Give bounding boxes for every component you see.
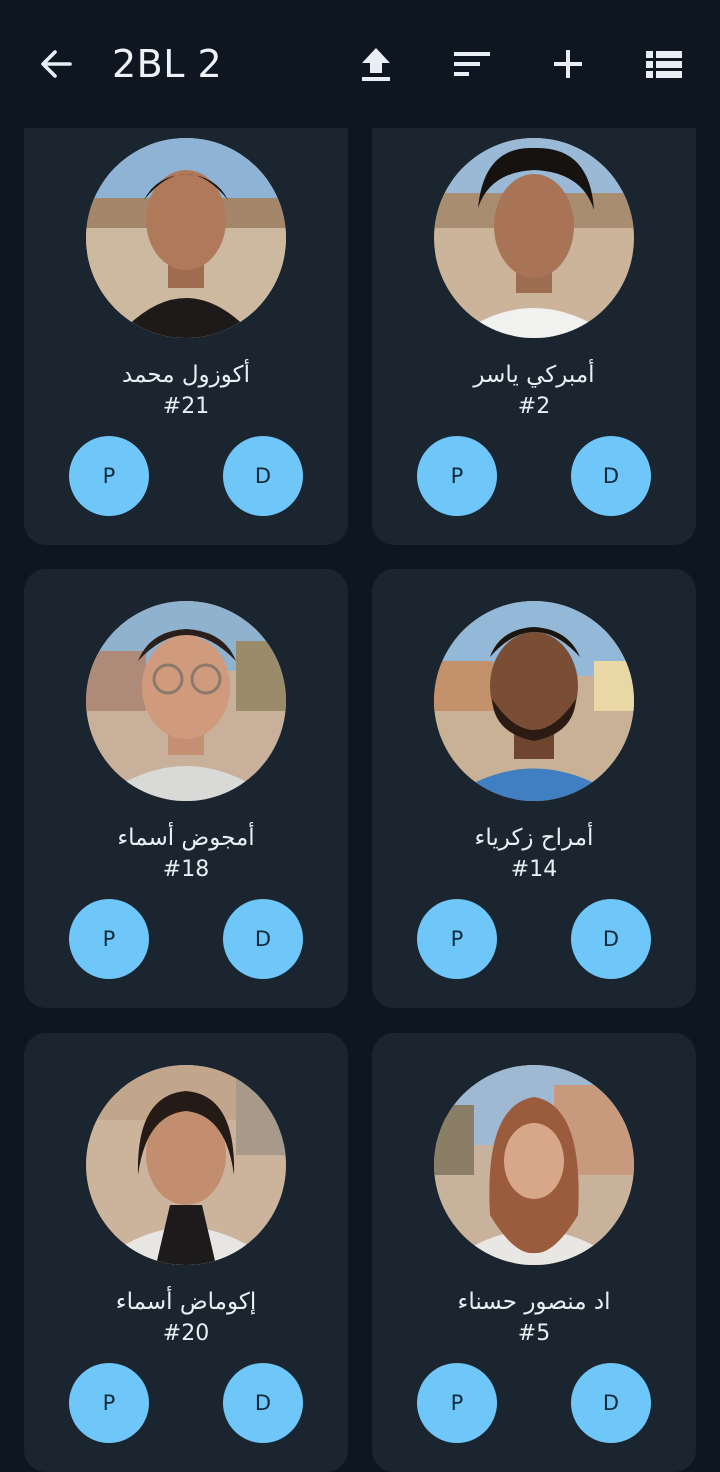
student-name: إكوماض أسماء: [115, 1289, 257, 1315]
student-card[interactable]: أمبركي ياسر #2 P D: [372, 106, 696, 545]
p-button[interactable]: P: [69, 1363, 149, 1443]
student-number: #2: [517, 394, 551, 419]
student-name: أمبركي ياسر: [473, 362, 595, 388]
student-card[interactable]: إكوماض أسماء #20 P D: [24, 1033, 348, 1472]
student-card[interactable]: اد منصور حسناء #5 P D: [372, 1033, 696, 1472]
upload-icon[interactable]: [354, 42, 398, 86]
p-button[interactable]: P: [417, 899, 497, 979]
d-button[interactable]: D: [571, 1363, 651, 1443]
p-button[interactable]: P: [417, 436, 497, 516]
student-number: #20: [162, 1321, 210, 1346]
student-name: اد منصور حسناء: [457, 1289, 611, 1315]
student-card[interactable]: أمراح زكرياء #14 P D: [372, 569, 696, 1008]
student-number: #5: [517, 1321, 551, 1346]
student-name: أكوزول محمد: [122, 362, 250, 388]
student-photo: [434, 138, 634, 338]
student-photo: [434, 601, 634, 801]
student-photo: [86, 138, 286, 338]
p-button[interactable]: P: [69, 899, 149, 979]
d-button[interactable]: D: [223, 899, 303, 979]
app-bar: 2BL 2: [0, 0, 720, 128]
student-name: أمراح زكرياء: [474, 825, 594, 851]
student-photo: [434, 1065, 634, 1265]
page-title: 2BL 2: [112, 42, 223, 86]
back-arrow-icon[interactable]: [34, 42, 78, 86]
student-name: أمجوض أسماء: [117, 825, 255, 851]
student-photo: [86, 1065, 286, 1265]
student-number: #21: [162, 394, 210, 419]
d-button[interactable]: D: [571, 436, 651, 516]
p-button[interactable]: P: [417, 1363, 497, 1443]
student-number: #14: [510, 857, 558, 882]
student-card[interactable]: أمجوض أسماء #18 P D: [24, 569, 348, 1008]
p-button[interactable]: P: [69, 436, 149, 516]
student-card[interactable]: أكوزول محمد #21 P D: [24, 106, 348, 545]
list-view-icon[interactable]: [642, 42, 686, 86]
student-photo: [86, 601, 286, 801]
student-number: #18: [162, 857, 210, 882]
d-button[interactable]: D: [223, 1363, 303, 1443]
d-button[interactable]: D: [571, 899, 651, 979]
add-icon[interactable]: [546, 42, 590, 86]
student-grid: أكوزول محمد #21 P D أمبركي ياسر #2 P D أ…: [0, 0, 720, 1472]
d-button[interactable]: D: [223, 436, 303, 516]
sort-icon[interactable]: [450, 42, 494, 86]
